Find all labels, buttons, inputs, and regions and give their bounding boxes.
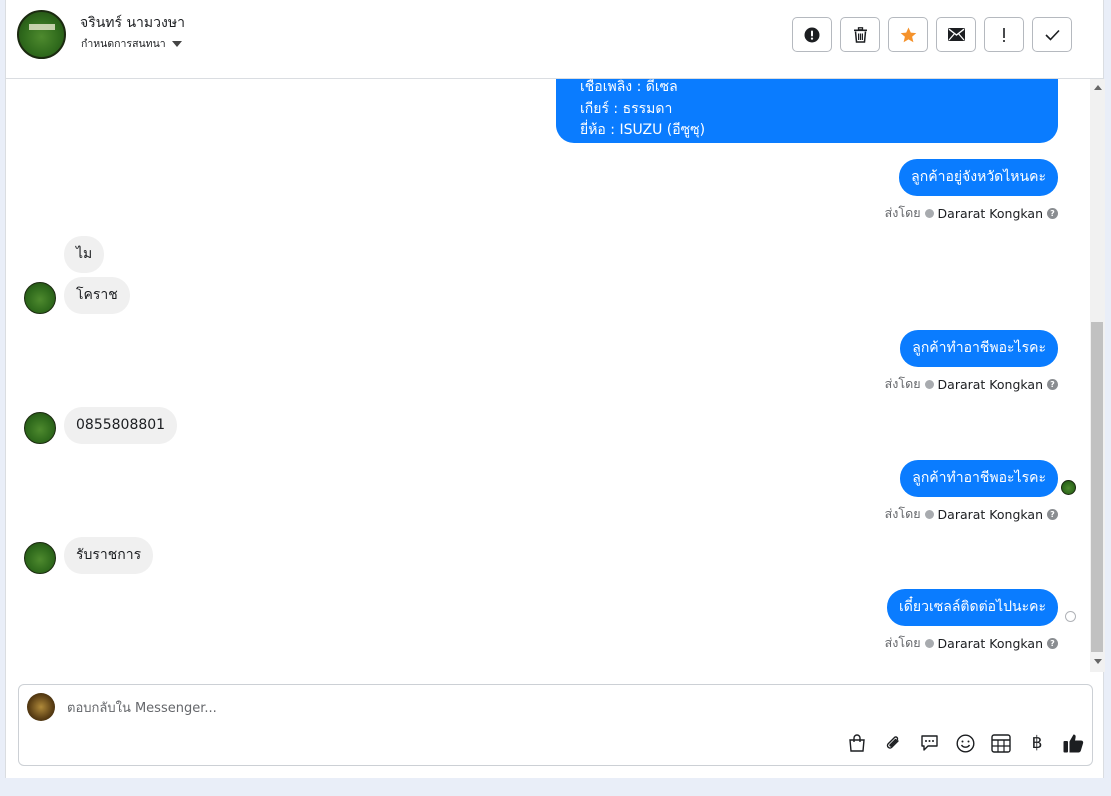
help-icon[interactable]: ?	[1047, 207, 1058, 219]
message-bubble-incoming[interactable]: 0855808801	[64, 407, 178, 444]
sent-by-label: ส่งโดย Dararat Kongkan ?	[885, 374, 1058, 394]
star-icon	[900, 27, 916, 42]
customer-avatar	[24, 282, 56, 314]
scroll-down-arrow-icon[interactable]	[1094, 659, 1102, 664]
reply-input[interactable]	[67, 697, 967, 719]
message-bubble-outgoing[interactable]: เชื้อเพลิง : ดีเซล เกียร์ : ธรรมดา ยี่ห้…	[556, 79, 1058, 143]
sent-by-prefix: ส่งโดย	[884, 506, 921, 521]
table-button[interactable]	[987, 731, 1015, 755]
sent-by-prefix: ส่งโดย	[884, 635, 921, 650]
sent-by-label: ส่งโดย Dararat Kongkan ?	[885, 633, 1058, 653]
message-line: ยี่ห้อ : ISUZU (อีซูซุ)	[580, 122, 706, 138]
star-button[interactable]	[888, 17, 928, 52]
assign-label: กำหนดการสนทนา	[81, 38, 166, 50]
agent-name[interactable]: Dararat Kongkan	[938, 636, 1043, 651]
help-icon[interactable]: ?	[1047, 378, 1058, 390]
check-icon	[1044, 29, 1060, 41]
help-icon[interactable]: ?	[1047, 508, 1058, 520]
baht-icon: ฿	[1031, 733, 1043, 753]
exclamation-icon	[1003, 27, 1005, 42]
product-button[interactable]	[843, 731, 871, 755]
message-line: เชื้อเพลิง : ดีเซล	[580, 79, 678, 95]
flag-button[interactable]	[984, 17, 1024, 52]
agent-name[interactable]: Dararat Kongkan	[938, 507, 1043, 522]
agent-status-icon	[924, 208, 934, 218]
agent-name[interactable]: Dararat Kongkan	[938, 377, 1043, 392]
emoji-icon	[955, 733, 975, 753]
table-icon	[991, 733, 1011, 753]
caret-down-icon	[171, 40, 182, 47]
seen-avatar-icon	[1061, 480, 1076, 495]
page-avatar	[27, 693, 55, 721]
mail-icon	[947, 28, 965, 41]
thumbs-up-icon	[1063, 734, 1083, 753]
trash-icon	[853, 26, 867, 43]
agent-name[interactable]: Dararat Kongkan	[938, 206, 1043, 221]
message-bubble-outgoing[interactable]: ลูกค้าอยู่จังหวัดไหนคะ	[899, 159, 1058, 196]
agent-status-icon	[924, 509, 934, 519]
header-actions	[792, 17, 1072, 52]
emoji-button[interactable]	[951, 731, 979, 755]
message-bubble-incoming[interactable]: โคราช	[64, 277, 130, 314]
customer-avatar	[24, 412, 56, 444]
message-line: เกียร์ : ธรรมดา	[580, 100, 673, 117]
message-bubble-outgoing[interactable]: ลูกค้าทำอาชีพอะไรคะ	[900, 460, 1058, 497]
conversation-panel: จรินทร์ นามวงษา กำหนดการสนทนา เชื้อเพลิง…	[5, 0, 1105, 778]
mark-done-button[interactable]	[1032, 17, 1072, 52]
thread-scrollbar[interactable]	[1090, 79, 1105, 672]
sent-by-prefix: ส่งโดย	[884, 376, 921, 391]
alert-button[interactable]	[792, 17, 832, 52]
assign-conversation-dropdown[interactable]: กำหนดการสนทนา	[81, 35, 182, 52]
contact-name[interactable]: จรินทร์ นามวงษา	[80, 12, 185, 34]
sent-by-label: ส่งโดย Dararat Kongkan ?	[885, 203, 1058, 223]
chat-bubble-icon	[920, 735, 938, 751]
sent-by-prefix: ส่งโดย	[884, 205, 921, 220]
composer-toolbar: ฿	[843, 731, 1087, 755]
agent-status-icon	[924, 638, 934, 648]
alert-circle-icon	[804, 27, 820, 42]
scroll-up-arrow-icon[interactable]	[1094, 85, 1102, 90]
payment-button[interactable]: ฿	[1023, 731, 1051, 755]
paperclip-icon	[886, 736, 899, 749]
message-bubble-outgoing[interactable]: ลูกค้าทำอาชีพอะไรคะ	[900, 330, 1058, 367]
contact-avatar[interactable]	[17, 10, 66, 59]
reply-composer: ฿	[18, 684, 1093, 766]
delivered-check-icon	[1065, 611, 1076, 622]
scroll-thumb[interactable]	[1091, 322, 1103, 652]
customer-avatar	[24, 542, 56, 574]
mark-unread-button[interactable]	[936, 17, 976, 52]
message-bubble-outgoing[interactable]: เดี๋ยวเซลล์ติดต่อไปนะคะ	[887, 589, 1058, 626]
attach-button[interactable]	[879, 731, 907, 755]
like-button[interactable]	[1059, 731, 1087, 755]
conversation-header: จรินทร์ นามวงษา กำหนดการสนทนา	[6, 0, 1103, 79]
message-bubble-incoming[interactable]: รับราชการ	[64, 537, 154, 574]
help-icon[interactable]: ?	[1047, 637, 1058, 649]
agent-status-icon	[924, 379, 934, 389]
sent-by-label: ส่งโดย Dararat Kongkan ?	[885, 504, 1058, 524]
message-thread[interactable]: เชื้อเพลิง : ดีเซล เกียร์ : ธรรมดา ยี่ห้…	[6, 79, 1105, 672]
message-bubble-incoming[interactable]: ไม	[64, 236, 105, 273]
shopping-bag-icon	[849, 734, 865, 752]
delete-button[interactable]	[840, 17, 880, 52]
saved-replies-button[interactable]	[915, 731, 943, 755]
